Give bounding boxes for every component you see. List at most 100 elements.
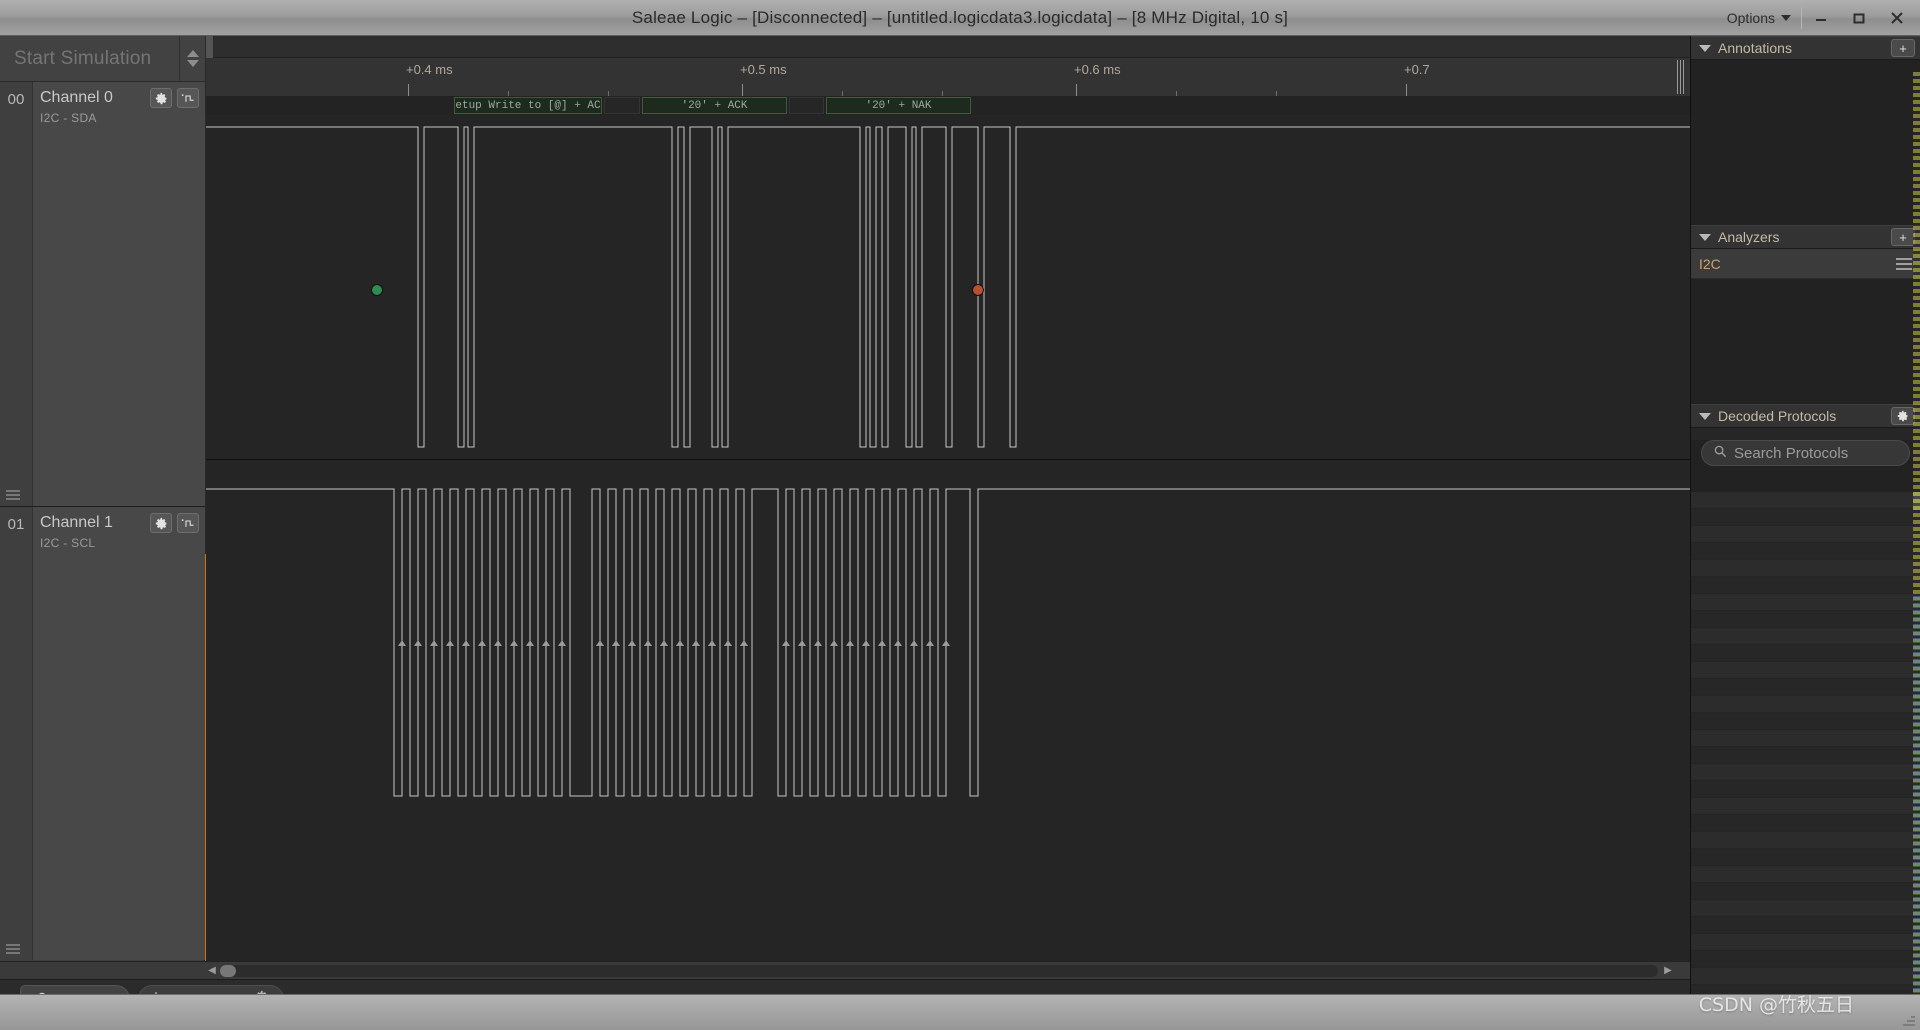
close-button[interactable] [1878, 3, 1916, 33]
list-item[interactable] [1691, 713, 1920, 730]
hamburger-icon[interactable] [1896, 257, 1912, 270]
timeline-scroll-grip[interactable] [1677, 60, 1686, 94]
analyzers-list[interactable]: I2C [1691, 249, 1920, 404]
maximize-button[interactable] [1840, 3, 1878, 33]
list-item[interactable] [1691, 611, 1920, 628]
clock-edge-arrows [398, 640, 950, 646]
timeline-ticks: +0.4 ms +0.5 ms +0.6 ms +0.7 [206, 58, 1690, 96]
stop-condition-marker [972, 284, 984, 296]
decoded-frame[interactable]: Setup Write to [@] + ACK [454, 97, 602, 114]
list-item[interactable] [1691, 934, 1920, 951]
chevron-down-icon[interactable] [1699, 44, 1711, 52]
list-item[interactable] [1691, 560, 1920, 577]
list-item[interactable] [1691, 492, 1920, 509]
channel-row-1[interactable]: 01 Channel 1 I2C - SCL [0, 507, 205, 960]
list-item[interactable] [1691, 543, 1920, 560]
panel-header-annotations[interactable]: Annotations + [1691, 36, 1920, 60]
sample-rate-stepper[interactable] [179, 35, 205, 82]
panel-header-decoded-protocols[interactable]: Decoded Protocols [1691, 404, 1920, 428]
list-item[interactable] [1691, 832, 1920, 849]
titlebar-controls: Options [1719, 0, 1916, 36]
list-item[interactable] [1691, 798, 1920, 815]
list-item[interactable] [1691, 764, 1920, 781]
panel-title-decoded-protocols: Decoded Protocols [1718, 408, 1837, 424]
waveform-area[interactable]: +0.4 ms +0.5 ms +0.6 ms +0.7 Setup Write… [206, 36, 1690, 961]
list-item[interactable] [1691, 866, 1920, 883]
window-footer [0, 994, 1920, 1030]
channel-info-1: Channel 1 I2C - SCL [6, 507, 205, 960]
search-icon [1714, 445, 1727, 462]
list-item[interactable] [1691, 883, 1920, 900]
add-annotation-button[interactable]: + [1891, 39, 1915, 57]
tick-mark [742, 84, 743, 96]
channel-actions-0 [150, 88, 199, 108]
channel-drag-handle-1[interactable] [6, 944, 20, 954]
gear-icon[interactable] [150, 88, 172, 108]
resize-grip[interactable] [1901, 1012, 1915, 1026]
list-item[interactable] [1691, 577, 1920, 594]
chevron-down-icon [186, 60, 199, 67]
analyzer-item-i2c[interactable]: I2C [1691, 249, 1920, 279]
options-label: Options [1726, 10, 1775, 26]
list-item[interactable] [1691, 900, 1920, 917]
search-protocols-placeholder: Search Protocols [1734, 444, 1849, 462]
list-item[interactable] [1691, 526, 1920, 543]
timeline-overview-strip[interactable] [206, 36, 1690, 58]
list-item[interactable] [1691, 917, 1920, 934]
list-item[interactable] [1691, 662, 1920, 679]
channel-name-1: Channel 1 [40, 514, 113, 531]
tick-mark [1076, 84, 1077, 96]
minimize-button[interactable] [1802, 3, 1840, 33]
capture-workspace: Start Simulation 00 Channel 0 I2C - SDA [0, 35, 1690, 1011]
panel-header-analyzers[interactable]: Analyzers + [1691, 225, 1920, 249]
channel-row-0[interactable]: 00 Channel 0 I2C - SDA [0, 82, 205, 507]
add-analyzer-button[interactable]: + [1891, 228, 1915, 246]
list-item[interactable] [1691, 747, 1920, 764]
channel-actions-1 [150, 513, 199, 533]
chevron-left-icon[interactable]: ◀ [204, 962, 220, 980]
timeline-range-handle[interactable] [206, 36, 214, 58]
decoded-protocols-list[interactable] [1691, 492, 1920, 1002]
horizontal-scrollbar[interactable]: ◀ ▶ [0, 961, 1690, 979]
list-item[interactable] [1691, 509, 1920, 526]
main-shell: Start Simulation 00 Channel 0 I2C - SDA [0, 35, 1920, 1030]
search-protocols-input[interactable]: Search Protocols [1701, 440, 1910, 466]
channel-drag-handle-0[interactable] [6, 490, 20, 500]
list-item[interactable] [1691, 645, 1920, 662]
tick-label: +0.7 [1404, 62, 1430, 77]
decoded-frame-gap[interactable] [789, 97, 824, 114]
watermark-text: CSDN @竹秋五日 [1698, 994, 1854, 1016]
window-title: Saleae Logic – [Disconnected] – [untitle… [631, 7, 1289, 27]
list-item[interactable] [1691, 815, 1920, 832]
start-simulation-row[interactable]: Start Simulation [0, 35, 205, 82]
decoded-frame[interactable]: '20' + ACK [642, 97, 787, 114]
decoded-frame[interactable]: '20' + NAK [826, 97, 971, 114]
scrollbar-thumb[interactable] [220, 965, 236, 977]
tick-label: +0.6 ms [1074, 62, 1121, 77]
chevron-down-icon[interactable] [1699, 412, 1711, 420]
waveform-lane-channel-1[interactable] [206, 461, 1690, 961]
chevron-down-icon[interactable] [1699, 233, 1711, 241]
decoded-frame-gap[interactable] [604, 97, 640, 114]
add-trigger-icon[interactable] [177, 88, 199, 108]
waveform-lane-channel-0[interactable] [206, 115, 1690, 460]
list-item[interactable] [1691, 594, 1920, 611]
decoded-protocols-settings-button[interactable] [1891, 407, 1915, 425]
list-item[interactable] [1691, 696, 1920, 713]
list-item[interactable] [1691, 730, 1920, 747]
gear-icon[interactable] [150, 513, 172, 533]
list-item[interactable] [1691, 849, 1920, 866]
list-item[interactable] [1691, 781, 1920, 798]
scrollbar-track[interactable] [220, 965, 1658, 977]
annotations-list[interactable] [1691, 60, 1920, 225]
list-item[interactable] [1691, 968, 1920, 985]
list-item[interactable] [1691, 679, 1920, 696]
timeline-ruler[interactable]: +0.4 ms +0.5 ms +0.6 ms +0.7 [206, 36, 1690, 96]
list-item[interactable] [1691, 628, 1920, 645]
right-sidebar: Annotations + Analyzers + I2C Decoded Pr… [1690, 36, 1920, 1002]
channel-sidebar: Start Simulation 00 Channel 0 I2C - SDA [0, 35, 205, 961]
options-menu-button[interactable]: Options [1719, 7, 1801, 29]
add-trigger-icon[interactable] [177, 513, 199, 533]
list-item[interactable] [1691, 951, 1920, 968]
chevron-right-icon[interactable]: ▶ [1660, 962, 1676, 980]
